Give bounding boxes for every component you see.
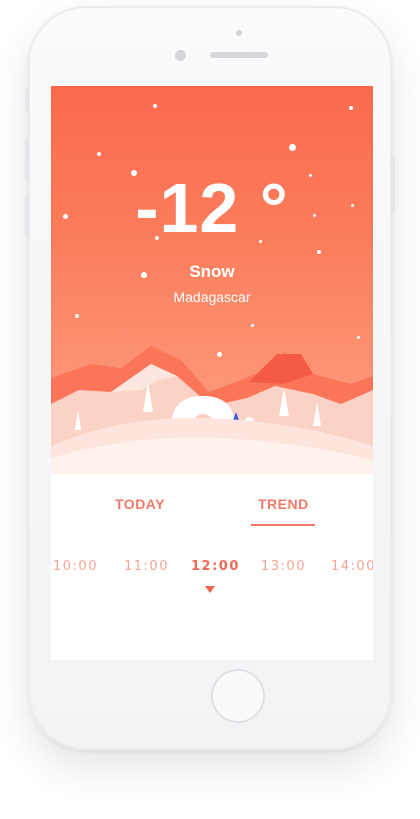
- location-name: Madagascar: [173, 289, 251, 305]
- snowflake: [289, 144, 296, 151]
- weather-hero: -12 ° Snow Madagascar: [51, 86, 373, 474]
- time-slot-selected[interactable]: 12:00: [191, 559, 240, 574]
- snowflake: [357, 336, 360, 339]
- tab-today[interactable]: TODAY: [115, 496, 165, 512]
- time-slot[interactable]: 13:00: [261, 559, 306, 574]
- volume-up-button: [25, 138, 29, 182]
- time-slot[interactable]: 14:00: [331, 559, 373, 574]
- hourly-timeline: 10:00 11:00 12:00 13:00 14:00: [51, 556, 373, 586]
- power-button: [391, 156, 395, 214]
- app-screen: -12 ° Snow Madagascar TODAY TREND 10:00 …: [51, 86, 373, 660]
- snowflake: [317, 250, 321, 254]
- view-tabs: TODAY TREND: [51, 486, 373, 528]
- active-tab-indicator: [251, 524, 315, 526]
- home-button[interactable]: [211, 669, 265, 723]
- snowflake: [97, 152, 101, 156]
- snowflake: [153, 104, 157, 108]
- weather-condition: Snow: [189, 262, 235, 281]
- proximity-sensor: [236, 30, 242, 36]
- selected-time-indicator: [205, 586, 215, 593]
- snowflake: [349, 106, 353, 110]
- volume-down-button: [25, 194, 29, 238]
- mute-switch: [25, 88, 29, 112]
- front-camera: [175, 50, 186, 61]
- snowflake: [251, 324, 254, 327]
- temperature-value: -12 °: [135, 169, 289, 247]
- earpiece-speaker: [210, 52, 268, 58]
- snowflake: [75, 314, 79, 318]
- tab-trend[interactable]: TREND: [258, 496, 309, 512]
- snowy-landscape-illustration: [51, 346, 373, 474]
- time-slot[interactable]: 11:00: [124, 559, 169, 574]
- time-slot[interactable]: 10:00: [53, 559, 98, 574]
